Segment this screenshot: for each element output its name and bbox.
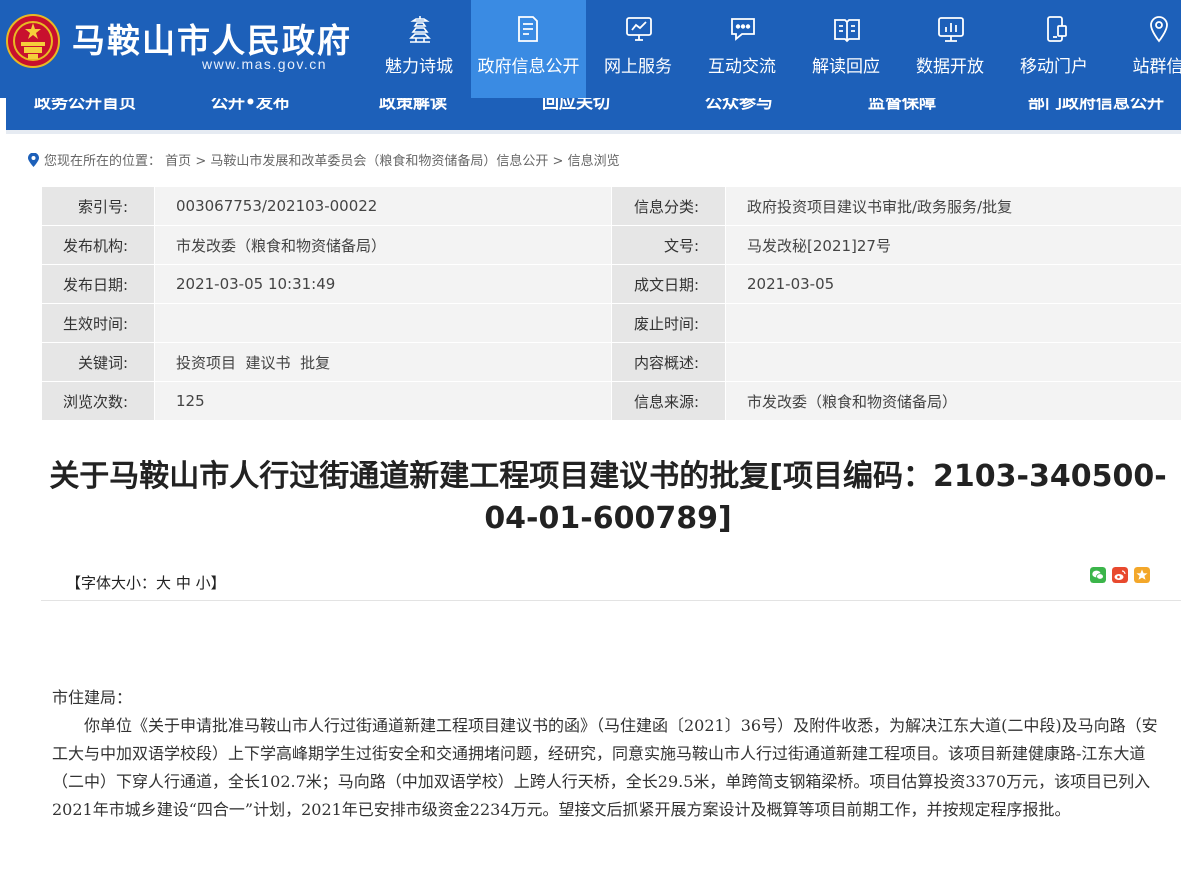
meta-value: 2021-03-05 10:31:49 — [154, 264, 612, 304]
mobile-icon — [1047, 16, 1067, 42]
meta-value: 2021-03-05 — [725, 264, 1181, 304]
meta-value: 投资项目 建议书 批复 — [154, 342, 612, 382]
breadcrumb-separator: > — [552, 154, 564, 169]
national-emblem-icon — [6, 14, 60, 68]
meta-label: 废止时间: — [611, 303, 726, 343]
meta-value: 市发改委（粮食和物资储备局） — [725, 381, 1181, 421]
chart-icon — [938, 17, 964, 42]
nav-item-online-service[interactable]: 网上服务 — [586, 0, 690, 98]
qzone-icon[interactable] — [1134, 567, 1150, 583]
subnav-item-participation[interactable]: 公众参与 — [705, 98, 773, 113]
nav-item-gov-info[interactable]: 政府信息公开 — [471, 0, 586, 98]
breadcrumb-prefix: 您现在所在的位置： — [44, 154, 162, 169]
site-title[interactable]: 马鞍山市人民政府 — [72, 14, 352, 62]
subnav-divider — [6, 130, 1181, 134]
meta-label: 文号: — [611, 225, 726, 265]
nav-label: 魅力诗城 — [385, 57, 453, 77]
article-title-line: 04-01-600789] — [484, 501, 732, 536]
article-body: 市住建局： 你单位《关于申请批准马鞍山市人行过街通道新建工程项目建议书的函》（马… — [52, 684, 1170, 824]
meta-label: 浏览次数: — [41, 381, 155, 421]
nav-item-open-data[interactable]: 数据开放 — [898, 0, 1002, 98]
table-row: 生效时间: 废止时间: — [41, 303, 1181, 343]
article-title: 关于马鞍山市人行过街通道新建工程项目建议书的批复[项目编码：2103-34050… — [40, 456, 1176, 540]
meta-label: 关键词: — [41, 342, 155, 382]
breadcrumb: 您现在所在的位置： 首页 > 马鞍山市发展和改革委员会（粮食和物资储备局）信息公… — [28, 150, 620, 169]
meta-label: 信息来源: — [611, 381, 726, 421]
nav-item-site-group[interactable]: 站群信 — [1106, 0, 1181, 98]
location-pin-icon — [28, 153, 39, 167]
nav-label: 站群信 — [1132, 57, 1181, 77]
breadcrumb-home[interactable]: 首页 — [165, 154, 191, 169]
meta-value: 003067753/202103-00022 — [154, 186, 612, 226]
breadcrumb-department[interactable]: 马鞍山市发展和改革委员会（粮食和物资储备局）信息公开 — [210, 154, 548, 169]
meta-value: 政府投资项目建议书审批/政务服务/批复 — [725, 186, 1181, 226]
meta-value — [725, 303, 1181, 343]
meta-label: 发布日期: — [41, 264, 155, 304]
table-row: 浏览次数: 125 信息来源: 市发改委（粮食和物资储备局） — [41, 381, 1181, 421]
document-icon — [518, 16, 538, 42]
nav-label: 政府信息公开 — [477, 57, 580, 77]
monitor-icon — [626, 17, 652, 41]
content-divider — [41, 600, 1181, 601]
meta-label: 信息分类: — [611, 186, 726, 226]
subnav-item-publish[interactable]: 公开•发布 — [211, 98, 290, 113]
subnav-item-home[interactable]: 政务公开首页 — [34, 98, 136, 113]
info-meta-table: 索引号: 003067753/202103-00022 信息分类: 政府投资项目… — [41, 186, 1181, 421]
nav-item-interaction[interactable]: 互动交流 — [690, 0, 794, 98]
nav-item-mobile-portal[interactable]: 移动门户 — [1002, 0, 1106, 98]
font-size-small-button[interactable]: 小 — [196, 574, 211, 592]
pagoda-icon — [409, 16, 431, 43]
meta-label: 成文日期: — [611, 264, 726, 304]
nav-item-charm-city[interactable]: 魅力诗城 — [367, 0, 471, 98]
sub-navigation: 政务公开首页 公开•发布 政策解读 回应关切 公众参与 监督保障 部门政府信息公… — [6, 98, 1181, 130]
breadcrumb-separator: > — [195, 154, 207, 169]
wechat-icon[interactable] — [1090, 567, 1106, 583]
subnav-item-supervision[interactable]: 监督保障 — [868, 98, 936, 113]
font-size-large-button[interactable]: 大 — [156, 574, 171, 592]
article-salutation: 市住建局： — [52, 688, 133, 707]
subnav-item-response[interactable]: 回应关切 — [542, 98, 610, 113]
nav-label: 网上服务 — [604, 57, 672, 77]
font-size-medium-button[interactable]: 中 — [176, 574, 191, 592]
site-header: 马鞍山市人民政府 www.mas.gov.cn 魅力诗城 政府信息公开 网上服务… — [0, 0, 1181, 98]
nav-item-interpretation[interactable]: 解读回应 — [794, 0, 898, 98]
meta-value — [154, 303, 612, 343]
article-paragraph: 你单位《关于申请批准马鞍山市人行过街通道新建工程项目建议书的函》（马住建函〔20… — [52, 716, 1158, 819]
book-icon — [834, 19, 860, 43]
table-row: 关键词: 投资项目 建议书 批复 内容概述: — [41, 342, 1181, 382]
meta-value: 125 — [154, 381, 612, 421]
font-size-suffix: 】 — [210, 574, 226, 592]
meta-value — [725, 342, 1181, 382]
site-url: www.mas.gov.cn — [202, 56, 327, 72]
table-row: 发布机构: 市发改委（粮食和物资储备局） 文号: 马发改秘[2021]27号 — [41, 225, 1181, 265]
nav-label: 移动门户 — [1020, 57, 1088, 77]
meta-label: 内容概述: — [611, 342, 726, 382]
subnav-item-department[interactable]: 部门政府信息公开 — [1028, 98, 1164, 113]
article-title-line: 关于马鞍山市人行过街通道新建工程项目建议书的批复[项目编码：2103-34050… — [49, 459, 1167, 494]
meta-label: 索引号: — [41, 186, 155, 226]
nav-label: 数据开放 — [916, 57, 984, 77]
weibo-icon[interactable] — [1112, 567, 1128, 583]
meta-value: 马发改秘[2021]27号 — [725, 225, 1181, 265]
nav-label: 解读回应 — [812, 57, 880, 77]
meta-label: 发布机构: — [41, 225, 155, 265]
location-icon — [1150, 16, 1168, 43]
table-row: 发布日期: 2021-03-05 10:31:49 成文日期: 2021-03-… — [41, 264, 1181, 304]
breadcrumb-current: 信息浏览 — [567, 154, 620, 169]
table-row: 索引号: 003067753/202103-00022 信息分类: 政府投资项目… — [41, 186, 1181, 226]
font-size-label: 【字体大小： — [66, 574, 157, 592]
nav-label: 互动交流 — [708, 57, 776, 77]
chat-icon — [731, 18, 755, 41]
subnav-item-policy[interactable]: 政策解读 — [379, 98, 447, 113]
font-size-controls: 【字体大小：大 中 小】 — [66, 572, 226, 593]
meta-value: 市发改委（粮食和物资储备局） — [154, 225, 612, 265]
meta-label: 生效时间: — [41, 303, 155, 343]
